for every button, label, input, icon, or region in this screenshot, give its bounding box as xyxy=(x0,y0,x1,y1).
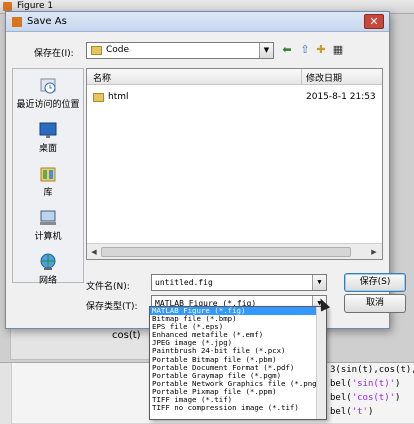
list-item[interactable]: html 2015-8-1 21:53 xyxy=(87,90,382,106)
matlab-icon xyxy=(12,17,22,27)
figure-title: Figure 1 xyxy=(17,1,54,11)
column-header-name[interactable]: 名称 xyxy=(93,71,111,84)
editor-gutter xyxy=(0,363,12,424)
scroll-left-icon[interactable]: ◀ xyxy=(88,246,100,258)
dialog-title: Save As xyxy=(27,16,67,27)
place-label: 最近访问的位置 xyxy=(16,100,80,110)
file-date: 2015-8-1 21:53 xyxy=(306,92,376,102)
new-folder-icon[interactable]: ✚ xyxy=(314,43,328,57)
horizontal-scrollbar[interactable]: ◀ ▶ xyxy=(87,243,382,259)
place-network[interactable]: 网络 xyxy=(13,249,83,291)
place-label: 库 xyxy=(43,188,53,198)
place-recent[interactable]: 最近访问的位置 xyxy=(13,73,83,115)
filetype-label: 保存类型(T): xyxy=(86,302,138,312)
close-button[interactable]: ✕ xyxy=(364,14,384,29)
filename-input[interactable]: untitled.fig ▼ xyxy=(151,274,327,291)
file-list[interactable]: 名称 修改日期 html 2015-8-1 21:53 ◀ ▶ xyxy=(86,68,383,260)
computer-icon xyxy=(40,210,56,225)
back-icon[interactable]: ⬅ xyxy=(280,43,294,57)
folder-icon xyxy=(93,93,104,102)
place-label: 计算机 xyxy=(34,232,62,242)
column-divider[interactable] xyxy=(301,69,302,85)
close-icon: ✕ xyxy=(369,15,379,28)
place-desktop[interactable]: 桌面 xyxy=(13,117,83,159)
chevron-down-icon[interactable]: ▼ xyxy=(259,43,273,58)
column-header-date[interactable]: 修改日期 xyxy=(306,71,342,84)
place-libraries[interactable]: 库 xyxy=(13,161,83,203)
location-dropdown[interactable]: Code ▼ xyxy=(86,42,274,59)
file-name: html xyxy=(108,92,129,102)
code-line: bel('t') xyxy=(330,407,374,417)
code-line: 3(sin(t),cos(t),t xyxy=(330,365,414,375)
list-scrollbar[interactable] xyxy=(316,307,326,419)
save-button[interactable]: 保存(S) xyxy=(344,273,406,292)
up-folder-icon[interactable]: ⇧ xyxy=(298,43,312,57)
code-line: bel('cos(t)') xyxy=(330,393,401,403)
places-bar: 最近访问的位置 桌面 库 计算机 网络 xyxy=(12,68,84,286)
recent-places-icon xyxy=(40,78,56,94)
place-label: 网络 xyxy=(38,276,57,286)
view-menu-icon[interactable]: ▦ xyxy=(331,43,345,57)
filename-label: 文件名(N): xyxy=(86,282,130,292)
desktop-icon xyxy=(39,122,57,138)
folder-icon xyxy=(91,46,102,55)
place-computer[interactable]: 计算机 xyxy=(13,205,83,247)
filetype-option[interactable]: TIFF no compression image (*.tif) xyxy=(150,404,326,412)
axis-label: cos(t) xyxy=(112,330,141,341)
dialog-titlebar[interactable]: Save As ✕ xyxy=(6,12,389,32)
filetype-options-list[interactable]: MATLAB Figure (*.fig) Bitmap file (*.bmp)… xyxy=(149,306,327,420)
list-header: 名称 修改日期 xyxy=(87,69,382,85)
chevron-down-icon[interactable]: ▼ xyxy=(312,275,326,290)
code-line: bel('sin(t)') xyxy=(330,379,401,389)
save-as-dialog: Save As ✕ 保存在(I): Code ▼ ⬅ ⇧ ✚ ▦ 最近访问的位置… xyxy=(5,11,406,329)
location-value: Code xyxy=(106,45,130,55)
cancel-button[interactable]: 取消 xyxy=(344,294,406,313)
scroll-right-icon[interactable]: ▶ xyxy=(368,246,380,258)
scroll-thumb[interactable] xyxy=(101,247,351,257)
network-icon xyxy=(40,253,56,270)
save-in-label: 保存在(I): xyxy=(34,49,74,59)
matlab-icon xyxy=(3,2,12,11)
place-label: 桌面 xyxy=(38,144,57,154)
libraries-icon xyxy=(40,167,56,182)
